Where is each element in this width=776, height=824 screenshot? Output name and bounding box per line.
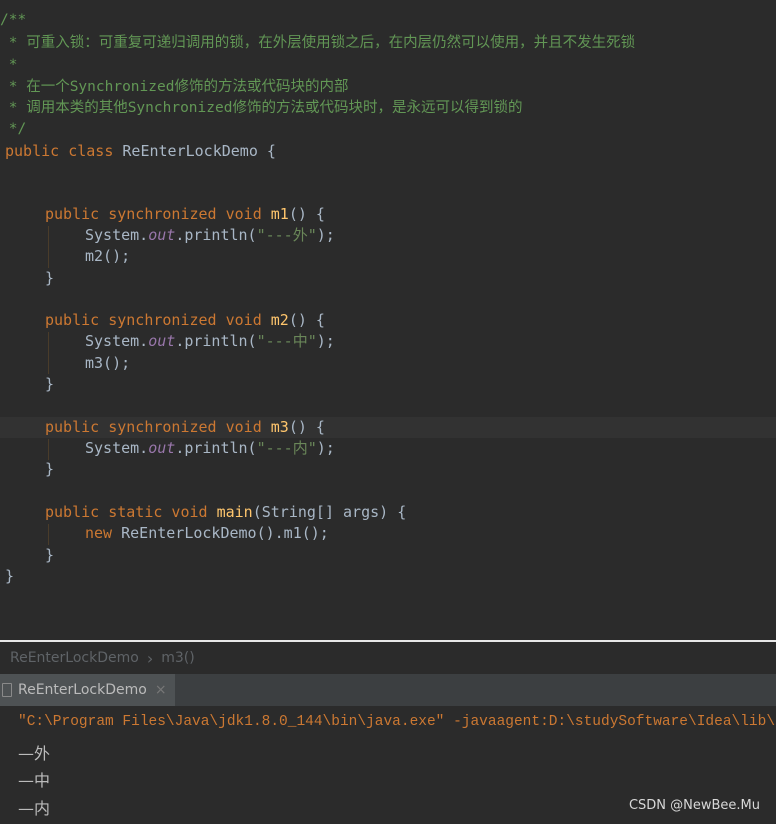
- run-panel-header: ReEnterLockDemo ×: [0, 674, 776, 706]
- punctuation: );: [316, 439, 335, 457]
- statement: System.out.println("---内");: [0, 438, 776, 459]
- field-ref: out: [148, 439, 176, 457]
- method-m1-signature: public synchronized void m1() {: [0, 204, 776, 225]
- console-output-line: —外: [18, 744, 51, 763]
- class-ref: System.: [85, 226, 149, 244]
- brace: () {: [288, 418, 325, 436]
- comment-line: * 调用本类的其他Synchronized修饰的方法或代码块时，是永远可以得到锁…: [0, 100, 523, 116]
- class-declaration: public class ReEnterLockDemo {: [0, 141, 776, 162]
- keyword: public synchronized void: [45, 311, 262, 329]
- method-name: m2: [270, 311, 289, 329]
- keyword: public static void: [45, 503, 208, 521]
- method-call: .println(: [175, 439, 257, 457]
- string-literal: "---中": [256, 332, 317, 350]
- string-literal: "---外": [256, 226, 317, 244]
- indent-guide: [48, 226, 49, 268]
- keyword: public synchronized void: [45, 205, 262, 223]
- run-tab-label: ReEnterLockDemo: [18, 682, 147, 698]
- class-name: ReEnterLockDemo: [122, 142, 258, 160]
- code-editor[interactable]: /** * 可重入锁：可重复可递归调用的锁，在外层使用锁之后，在内层仍然可以使用…: [0, 0, 776, 640]
- comment-line: * 可重入锁：可重复可递归调用的锁，在外层使用锁之后，在内层仍然可以使用，并且不…: [0, 35, 636, 51]
- run-config-icon: [2, 683, 12, 697]
- breadcrumb-method[interactable]: m3(): [161, 650, 194, 666]
- run-tab[interactable]: ReEnterLockDemo ×: [0, 674, 175, 706]
- method-call: .println(: [175, 332, 257, 350]
- closing-brace: }: [45, 546, 55, 564]
- punctuation: );: [316, 226, 335, 244]
- watermark: CSDN @NewBee.Mu: [628, 798, 760, 813]
- method-main-signature: public static void main(String[] args) {: [0, 502, 776, 523]
- method-name: main: [216, 503, 253, 521]
- parameters: (String[] args) {: [252, 503, 407, 521]
- brace: {: [257, 142, 276, 160]
- method-name: m1: [270, 205, 289, 223]
- console-output-line: —中: [18, 771, 51, 790]
- comment-line: /**: [0, 12, 27, 28]
- method-call: .println(: [175, 226, 257, 244]
- comment-line: * 在一个Synchronized修饰的方法或代码块的内部: [0, 79, 349, 95]
- field-ref: out: [148, 332, 176, 350]
- constructor-call: ReEnterLockDemo().m1();: [112, 524, 329, 542]
- statement: m3();: [85, 354, 131, 372]
- keyword: public synchronized void: [45, 418, 262, 436]
- statement: m2();: [85, 247, 131, 265]
- indent-guide: [48, 439, 49, 460]
- breadcrumb-class[interactable]: ReEnterLockDemo: [10, 650, 139, 666]
- indent-guide: [48, 524, 49, 545]
- brace: () {: [288, 311, 325, 329]
- closing-brace: }: [45, 375, 55, 393]
- statement: System.out.println("---外");: [0, 225, 776, 246]
- breadcrumb: ReEnterLockDemo › m3(): [0, 642, 776, 674]
- indent-guide: [48, 332, 49, 374]
- class-ref: System.: [85, 439, 149, 457]
- closing-brace: }: [45, 460, 55, 478]
- method-m2-signature: public synchronized void m2() {: [0, 310, 776, 331]
- closing-brace: }: [45, 269, 55, 287]
- method-m3-signature: public synchronized void m3() {: [0, 417, 776, 438]
- console-command-line: "C:\Program Files\Java\jdk1.8.0_144\bin\…: [18, 714, 776, 730]
- keyword: new: [85, 524, 113, 542]
- console-output-line: —内: [18, 799, 51, 818]
- statement: new ReEnterLockDemo().m1();: [0, 523, 776, 544]
- keyword: public class: [5, 142, 114, 160]
- field-ref: out: [148, 226, 176, 244]
- chevron-right-icon: ›: [146, 648, 154, 668]
- class-closing-brace: }: [5, 567, 15, 585]
- string-literal: "---内": [256, 439, 317, 457]
- statement: System.out.println("---中");: [0, 331, 776, 352]
- punctuation: );: [316, 332, 335, 350]
- method-name: m3: [270, 418, 289, 436]
- class-ref: System.: [85, 332, 149, 350]
- comment-line: *: [0, 57, 18, 73]
- brace: () {: [288, 205, 325, 223]
- close-icon[interactable]: ×: [155, 682, 167, 698]
- comment-line: */: [0, 121, 27, 137]
